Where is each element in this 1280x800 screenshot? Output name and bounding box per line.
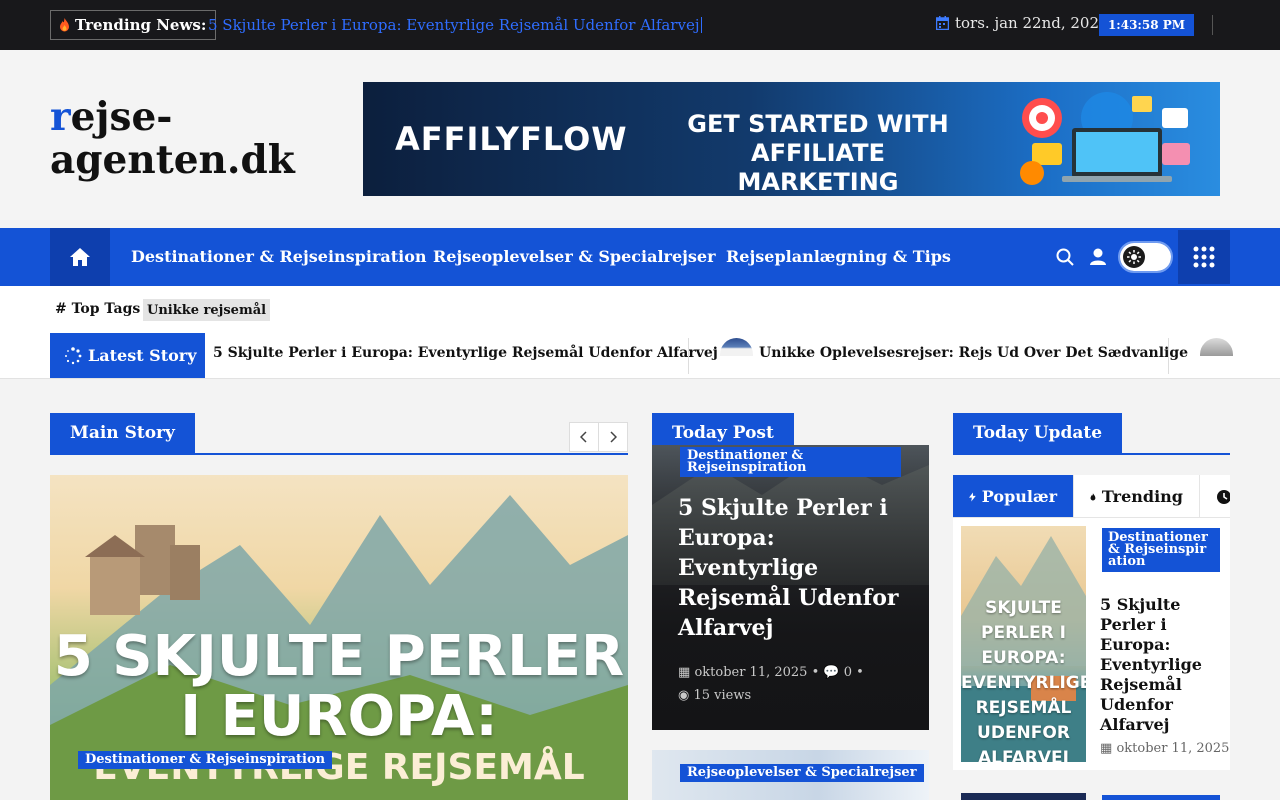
- trending-label: Trending News:: [75, 16, 207, 34]
- site-logo[interactable]: rejse-agenten.dk: [50, 96, 310, 182]
- side-article-category[interactable]: [1102, 795, 1220, 800]
- tags-and-latest: # Top Tags Unikke rejsemål Latest Story …: [0, 286, 1280, 379]
- nav-item-rejseoplevelser[interactable]: Rejseoplevelser & Specialrejser: [433, 247, 716, 266]
- calendar-icon: [936, 16, 949, 30]
- chevron-right-icon: [610, 431, 617, 443]
- flame-icon: [60, 18, 69, 32]
- tab-label: Populær: [981, 487, 1057, 506]
- side-article-thumbnail[interactable]: [961, 793, 1086, 800]
- post-date: oktober 11, 2025: [694, 665, 808, 680]
- side-article-title[interactable]: 5 Skjulte Perler i Europa: Eventyrlige R…: [1100, 595, 1215, 735]
- side-tabs: Populær Trending: [953, 475, 1230, 518]
- flame-icon: [1090, 492, 1096, 500]
- tab-recent[interactable]: [1200, 475, 1230, 517]
- logo-first-letter: r: [50, 94, 71, 140]
- main-story-category[interactable]: Destinationer & Rejseinspiration: [78, 751, 333, 769]
- today-update-heading: Today Update: [953, 413, 1123, 453]
- tab-label: Trending: [1101, 487, 1183, 506]
- trending-headline-link[interactable]: 5 Skjulte Perler i Europa: Eventyrlige R…: [208, 16, 702, 34]
- site-header: rejse-agenten.dk AFFILYFLOW GET STARTED …: [0, 50, 1280, 228]
- calendar-icon: ▦: [1100, 741, 1113, 756]
- ad-banner[interactable]: AFFILYFLOW GET STARTED WITH AFFILIATE MA…: [363, 82, 1220, 196]
- comments-icon: 💬: [823, 665, 840, 680]
- separator-dot: •: [856, 665, 864, 680]
- top-tags-heading: # Top Tags: [55, 301, 140, 317]
- today-update-header: Today Update: [953, 413, 1230, 455]
- today-post-card[interactable]: 5 Skjulte Perler i Europa: Eventyrlige R…: [652, 445, 929, 730]
- marketing-illustration-icon: [1020, 92, 1190, 185]
- eye-icon: ◉: [678, 688, 690, 703]
- next-arrow-button[interactable]: [598, 422, 628, 452]
- top-tags-label: Top Tags: [71, 301, 141, 317]
- latest-story-badge: Latest Story: [50, 333, 205, 378]
- view-count: 15 views: [693, 688, 752, 703]
- home-button[interactable]: [50, 228, 110, 286]
- today-post-category[interactable]: Rejseoplevelser & Specialrejser: [680, 764, 924, 782]
- nav-item-rejseplanlaegning[interactable]: Rejseplanlægning & Tips: [726, 247, 951, 266]
- user-icon[interactable]: [1089, 248, 1107, 266]
- thumbnail-text: SKJULTE PERLER I EUROPA: EVENTYRLIGE REJ…: [961, 598, 1086, 762]
- side-article-date: oktober 11, 2025: [1116, 741, 1230, 756]
- today-post-meta: ▦ oktober 11, 2025 • 💬 0 • ◉ 15 views: [678, 661, 918, 707]
- date-text: tors. jan 22nd, 2026: [955, 14, 1109, 32]
- logo-text: ejse-agenten.dk: [50, 94, 295, 183]
- tab-populaer[interactable]: Populær: [953, 475, 1074, 517]
- latest-story-item[interactable]: Unikke Oplevelsesrejser: Rejs Ud Over De…: [759, 345, 1188, 361]
- tab-trending[interactable]: Trending: [1074, 475, 1200, 517]
- hash-icon: #: [55, 301, 67, 317]
- main-story-heading: Main Story: [50, 413, 195, 453]
- clock-icon: [1217, 489, 1230, 504]
- main-nav: Destinationer & Rejseinspiration Rejseop…: [0, 228, 1280, 286]
- main-story-image-text: 5 SKJULTE PERLER I EUROPA:: [53, 624, 625, 749]
- divider: [688, 338, 689, 374]
- latest-story-item[interactable]: 5 Skjulte Perler i Europa: Eventyrlige R…: [213, 345, 718, 361]
- banner-logo: AFFILYFLOW: [395, 120, 628, 158]
- main-story-header: Main Story: [50, 413, 628, 455]
- comment-count: 0: [843, 665, 853, 680]
- sun-icon: [1127, 250, 1141, 264]
- today-post-category[interactable]: Destinationer & Rejseinspiration: [680, 447, 901, 477]
- tag-chip[interactable]: Unikke rejsemål: [143, 299, 271, 321]
- today-post-title[interactable]: 5 Skjulte Perler i Europa: Eventyrlige R…: [678, 493, 913, 643]
- side-article-category[interactable]: Destinationer & Rejseinspiration: [1102, 528, 1220, 572]
- time-badge: 1:43:58 PM: [1099, 14, 1194, 36]
- trending-badge: Trending News:: [50, 10, 217, 40]
- divider: [1212, 15, 1213, 35]
- toggle-knob: [1123, 246, 1145, 268]
- latest-story-thumbnail[interactable]: [1200, 338, 1233, 356]
- banner-headline: GET STARTED WITH AFFILIATE MARKETING: [687, 110, 949, 196]
- side-article-thumbnail[interactable]: SKJULTE PERLER I EUROPA: EVENTYRLIGE REJ…: [961, 526, 1086, 762]
- apps-menu-button[interactable]: [1178, 230, 1230, 284]
- side-article-date-row: ▦ oktober 11, 2025: [1100, 741, 1229, 756]
- grid-icon: [1193, 246, 1215, 268]
- home-icon: [70, 248, 90, 266]
- calendar-icon: ▦: [678, 665, 691, 680]
- nav-item-destinationer[interactable]: Destinationer & Rejseinspiration: [131, 247, 427, 266]
- spinner-icon: [65, 346, 82, 364]
- chevron-left-icon: [580, 431, 587, 443]
- latest-story-thumbnail[interactable]: [720, 338, 753, 356]
- bolt-icon: [969, 491, 976, 502]
- date-display: tors. jan 22nd, 2026: [936, 14, 1109, 32]
- search-icon[interactable]: [1056, 248, 1074, 266]
- top-bar: Trending News: 5 Skjulte Perler i Europa…: [0, 0, 1280, 50]
- latest-story-label: Latest Story: [88, 346, 197, 365]
- divider: [1168, 338, 1169, 374]
- prev-arrow-button[interactable]: [569, 422, 599, 452]
- separator-dot: •: [811, 665, 824, 680]
